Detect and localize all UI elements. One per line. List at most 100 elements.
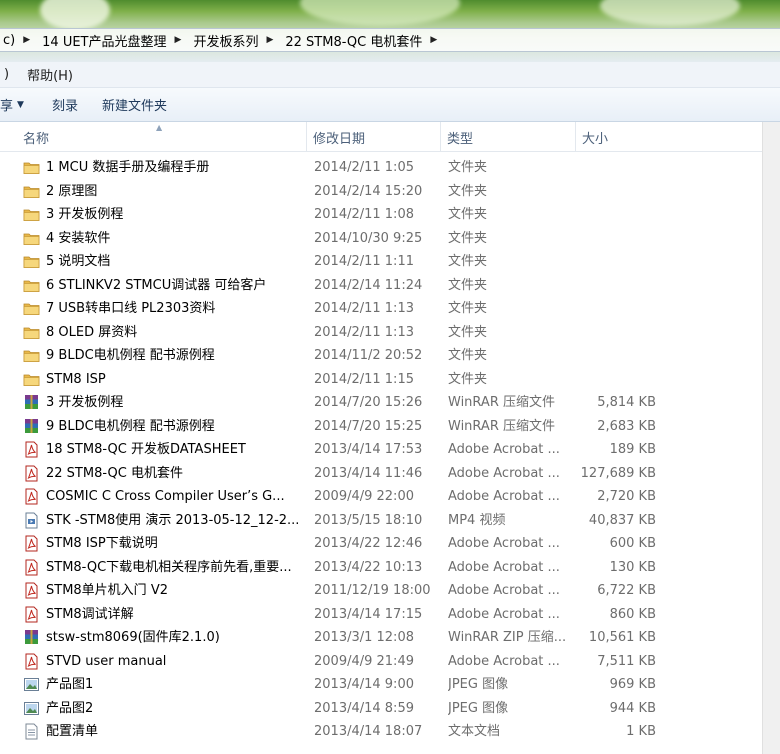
file-modified-date: 2013/4/22 10:13 — [314, 559, 423, 575]
file-modified-date: 2014/11/2 20:52 — [314, 348, 423, 363]
chevron-right-icon[interactable]: ▶ — [266, 35, 273, 45]
chevron-down-icon: ▼ — [17, 99, 24, 110]
file-row[interactable]: 5 说明文档 2014/2/11 1:11 文件夹 — [0, 250, 780, 273]
image-file-icon — [23, 676, 40, 693]
file-name: 1 MCU 数据手册及编程手册 — [46, 160, 210, 175]
file-row[interactable]: 配置清单 2013/4/14 18:07 文本文档 1 KB — [0, 720, 780, 743]
file-row[interactable]: 产品图2 2013/4/14 8:59 JPEG 图像 944 KB — [0, 697, 780, 720]
file-row[interactable]: 9 BLDC电机例程 配书源例程 2014/7/20 15:25 WinRAR 压缩… — [0, 415, 780, 438]
file-modified-date: 2013/4/22 12:46 — [314, 536, 423, 551]
file-row[interactable]: 9 BLDC电机例程 配书源例程 2014/11/2 20:52 文件夹 — [0, 344, 780, 367]
file-row[interactable]: 3 开发板例程 2014/7/20 15:26 WinRAR 压缩文件 5,814 K… — [0, 391, 780, 414]
file-row[interactable]: STK -STM8使用 演示 2013-05-12_12-2... 2013/5/… — [0, 509, 780, 532]
chevron-right-icon[interactable]: ▶ — [175, 35, 182, 45]
column-header-size[interactable]: 大小 — [576, 122, 762, 152]
file-row[interactable]: 7 USB转串口线 PL2303资料 2014/2/11 1:13 文件夹 — [0, 297, 780, 320]
video-file-icon — [23, 512, 40, 529]
file-type: JPEG 图像 — [448, 700, 509, 716]
file-name: STM8-QC下载电机相关程序前先看,重要... — [46, 559, 292, 575]
file-modified-date: 2013/4/14 18:07 — [314, 724, 423, 739]
column-header-date[interactable]: 修改日期 — [307, 122, 441, 152]
file-row[interactable]: STM8 ISP 2014/2/11 1:15 文件夹 — [0, 368, 780, 391]
pdf-icon — [23, 653, 40, 670]
file-row[interactable]: 产品图1 2013/4/14 9:00 JPEG 图像 969 KB — [0, 673, 780, 696]
background-highlight — [40, 0, 110, 30]
address-bar[interactable]: c) ▶ 14 UET产品光盘整理 ▶ 开发板系列 ▶ 22 STM8-QC 电… — [0, 28, 780, 52]
breadcrumb-item[interactable]: 开发板系列 ▶ — [190, 29, 282, 51]
file-modified-date: 2009/4/9 21:49 — [314, 653, 414, 669]
file-modified-date: 2013/5/15 18:10 — [314, 512, 423, 528]
file-name: stsw-stm8069(固件库2.1.0) — [46, 630, 220, 645]
command-toolbar: 享 ▼ 刻录 新建文件夹 — [0, 88, 780, 122]
file-row[interactable]: 1 MCU 数据手册及编程手册 2014/2/11 1:05 文件夹 — [0, 156, 780, 179]
file-size — [576, 344, 656, 367]
file-row[interactable]: 6 STLINKV2 STMCU调试器 可给客户 2014/2/14 11:24 文… — [0, 274, 780, 297]
file-type: WinRAR 压缩文件 — [448, 395, 555, 410]
file-size — [576, 156, 656, 179]
column-header-name[interactable]: 名称 — [17, 122, 307, 152]
pdf-icon — [23, 535, 40, 552]
file-name: 6 STLINKV2 STMCU调试器 可给客户 — [46, 277, 267, 293]
file-name: STM8 ISP — [46, 371, 106, 387]
file-name: 8 OLED 屏资料 — [46, 324, 138, 340]
file-size: 860 KB — [609, 606, 656, 622]
file-name: 产品图2 — [46, 700, 94, 716]
file-modified-date: 2014/2/11 1:13 — [314, 301, 414, 316]
file-row[interactable]: STM8单片机入门 V2 2011/12/19 18:00 Adobe Acroba… — [0, 579, 780, 602]
file-type: Adobe Acrobat ... — [448, 583, 560, 598]
winrar-icon — [23, 629, 40, 646]
file-size: 969 KB — [609, 677, 656, 692]
file-row[interactable]: STM8 ISP下载说明 2013/4/22 12:46 Adobe Acrobat… — [0, 532, 780, 555]
file-row[interactable]: 3 开发板例程 2014/2/11 1:08 文件夹 — [0, 203, 780, 226]
chevron-right-icon[interactable]: ▶ — [430, 35, 437, 45]
breadcrumb-item[interactable]: 22 STM8-QC 电机套件 ▶ — [282, 29, 446, 51]
menu-item-tools[interactable]: ) — [0, 67, 13, 82]
file-type: Adobe Acrobat ... — [448, 653, 560, 669]
burn-button[interactable]: 刻录 — [40, 88, 90, 122]
breadcrumb-item[interactable]: 14 UET产品光盘整理 ▶ — [39, 29, 190, 51]
pdf-icon — [23, 559, 40, 576]
file-name: 3 开发板例程 — [46, 395, 124, 410]
file-name: 2 原理图 — [46, 183, 98, 199]
chevron-right-icon[interactable]: ▶ — [23, 35, 30, 45]
file-size: 1 KB — [626, 724, 656, 739]
file-name: COSMIC C Cross Compiler User’s G... — [46, 489, 285, 504]
menu-item-help[interactable]: 帮助(H) — [23, 65, 77, 84]
file-size: 6,722 KB — [597, 583, 656, 598]
folder-icon — [23, 347, 40, 364]
file-row[interactable]: 18 STM8-QC 开发板DATASHEET 2013/4/14 17:53 Ad… — [0, 438, 780, 461]
file-modified-date: 2013/4/14 9:00 — [314, 677, 414, 692]
text-file-icon — [23, 723, 40, 740]
file-row[interactable]: 22 STM8-QC 电机套件 2013/4/14 11:46 Adobe Acro… — [0, 462, 780, 485]
pdf-icon — [23, 488, 40, 505]
file-name: STM8单片机入门 V2 — [46, 583, 168, 598]
folder-icon — [23, 159, 40, 176]
file-name: STM8调试详解 — [46, 606, 134, 622]
file-row[interactable]: stsw-stm8069(固件库2.1.0) 2013/3/1 12:08 WinR… — [0, 626, 780, 649]
file-row[interactable]: 2 原理图 2014/2/14 15:20 文件夹 — [0, 180, 780, 203]
file-type: 文件夹 — [448, 301, 488, 316]
file-type: 文件夹 — [448, 207, 488, 222]
new-folder-button[interactable]: 新建文件夹 — [90, 88, 179, 122]
pdf-icon — [23, 441, 40, 458]
file-size — [576, 250, 656, 273]
folder-icon — [23, 183, 40, 200]
vertical-scrollbar[interactable] — [762, 122, 780, 754]
file-type: 文件夹 — [448, 277, 488, 293]
folder-icon — [23, 324, 40, 341]
organize-button[interactable]: 享 ▼ — [0, 88, 40, 122]
breadcrumb-item[interactable]: c) ▶ — [0, 29, 39, 51]
pdf-icon — [23, 465, 40, 482]
file-row[interactable]: 8 OLED 屏资料 2014/2/11 1:13 文件夹 — [0, 321, 780, 344]
file-name: 4 安装软件 — [46, 230, 111, 246]
file-row[interactable]: STM8-QC下载电机相关程序前先看,重要... 2013/4/22 10:13 A… — [0, 556, 780, 579]
pdf-icon — [23, 606, 40, 623]
file-row[interactable]: COSMIC C Cross Compiler User’s G... 2009/… — [0, 485, 780, 508]
file-size — [576, 321, 656, 344]
file-row[interactable]: STM8调试详解 2013/4/14 17:15 Adobe Acrobat ...… — [0, 603, 780, 626]
file-row[interactable]: 4 安装软件 2014/10/30 9:25 文件夹 — [0, 227, 780, 250]
column-header-type[interactable]: 类型 — [441, 122, 576, 152]
folder-icon — [23, 206, 40, 223]
file-row[interactable]: STVD user manual 2009/4/9 21:49 Adobe Acro… — [0, 650, 780, 673]
file-modified-date: 2014/2/11 1:05 — [314, 160, 414, 175]
